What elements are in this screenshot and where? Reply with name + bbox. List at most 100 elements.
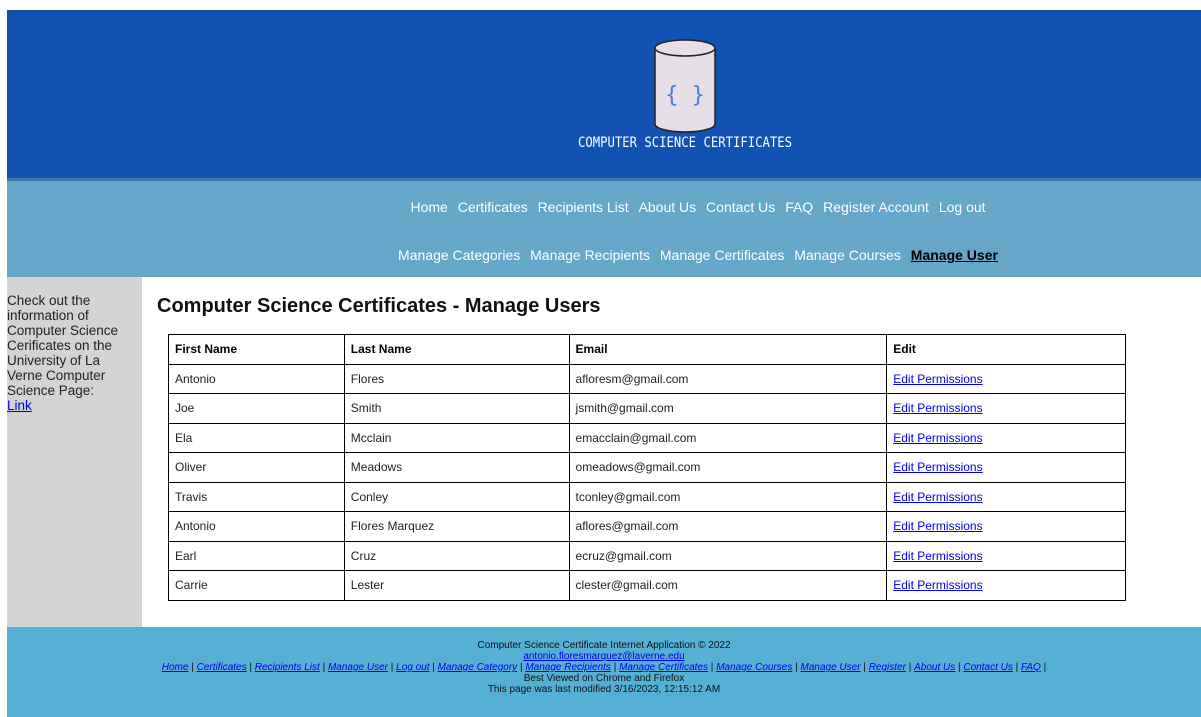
column-header-edit: Edit bbox=[886, 334, 1126, 365]
edit-permissions-link[interactable]: Edit Permissions bbox=[893, 431, 982, 445]
footer-link-manage-recipients[interactable]: Manage Recipients bbox=[525, 662, 611, 673]
nav-manage-categories[interactable]: Manage Categories bbox=[398, 247, 520, 263]
footer-link-manage-category[interactable]: Manage Category bbox=[438, 662, 518, 673]
first-name-cell: Antonio bbox=[168, 511, 345, 542]
footer-best-viewed: Best Viewed on Chrome and Firefox bbox=[523, 673, 685, 684]
first-name-cell: Antonio bbox=[168, 363, 345, 394]
nav-contact-us[interactable]: Contact Us bbox=[706, 199, 775, 215]
sidebar: Check out the information of Computer Sc… bbox=[7, 277, 142, 627]
edit-cell: Edit Permissions bbox=[886, 540, 1126, 571]
last-name-cell: Flores bbox=[343, 363, 570, 394]
sidebar-info-text: Check out the information of Computer Sc… bbox=[7, 293, 119, 398]
footer-links: Home | Certificates | Recipients List | … bbox=[7, 662, 1201, 673]
email-cell: jsmith@gmail.com bbox=[568, 393, 888, 424]
footer-copyright: Computer Science Certificate Internet Ap… bbox=[477, 640, 731, 651]
footer-link-manage-certificates[interactable]: Manage Certificates bbox=[619, 662, 708, 673]
edit-permissions-link[interactable]: Edit Permissions bbox=[893, 519, 982, 533]
edit-cell: Edit Permissions bbox=[886, 481, 1126, 512]
footer-separator: | bbox=[792, 662, 801, 673]
footer-link-manage-user[interactable]: Manage User bbox=[328, 662, 388, 673]
email-cell: afloresm@gmail.com bbox=[568, 363, 888, 394]
edit-permissions-link[interactable]: Edit Permissions bbox=[893, 401, 982, 415]
nav-register-account[interactable]: Register Account bbox=[823, 199, 929, 215]
first-name-cell: Travis bbox=[168, 481, 345, 512]
footer-separator: | bbox=[319, 662, 328, 673]
main-content: Computer Science Certificates - Manage U… bbox=[142, 277, 1201, 627]
email-cell: ecruz@gmail.com bbox=[568, 540, 888, 571]
nav-home[interactable]: Home bbox=[410, 199, 447, 215]
footer-email-link[interactable]: antonio.floresmarquez@laverne.edu bbox=[523, 651, 684, 662]
nav-manage-recipients[interactable]: Manage Recipients bbox=[530, 247, 650, 263]
email-cell: omeadows@gmail.com bbox=[568, 452, 888, 483]
logo-title: COMPUTER SCIENCE CERTIFICATES bbox=[578, 135, 792, 151]
edit-permissions-link[interactable]: Edit Permissions bbox=[893, 490, 982, 504]
sidebar-link[interactable]: Link bbox=[7, 398, 32, 413]
page-title: Computer Science Certificates - Manage U… bbox=[157, 295, 601, 317]
nav-recipients-list[interactable]: Recipients List bbox=[538, 199, 629, 215]
site-logo[interactable]: { } COMPUTER SCIENCE CERTIFICATES bbox=[573, 36, 798, 156]
table-row: Ela Mcclain emacclain@gmail.com Edit Permis… bbox=[168, 422, 1126, 453]
nav-manage-user[interactable]: Manage User bbox=[911, 247, 998, 263]
footer-link-manage-user[interactable]: Manage User bbox=[801, 662, 861, 673]
footer-link-home[interactable]: Home bbox=[162, 662, 189, 673]
last-name-cell: Smith bbox=[343, 393, 570, 424]
nav-manage-certificates[interactable]: Manage Certificates bbox=[660, 247, 785, 263]
email-cell: clester@gmail.com bbox=[568, 570, 888, 601]
first-name-cell: Ela bbox=[168, 422, 345, 453]
main-navigation: Home Certificates Recipients List About … bbox=[7, 178, 1201, 277]
sidebar-info: Check out the information of Computer Sc… bbox=[7, 293, 133, 413]
table-row: Earl Cruz ecruz@gmail.com Edit Permissions bbox=[168, 540, 1126, 571]
nav-manage-courses[interactable]: Manage Courses bbox=[794, 247, 901, 263]
column-header-email: Email bbox=[568, 334, 888, 365]
footer-separator: | bbox=[246, 662, 255, 673]
edit-permissions-link[interactable]: Edit Permissions bbox=[893, 372, 982, 386]
footer-separator: | bbox=[1012, 662, 1022, 673]
footer-content: Computer Science Certificate Internet Ap… bbox=[7, 640, 1201, 695]
footer-separator: | bbox=[610, 662, 620, 673]
last-name-cell: Conley bbox=[343, 481, 570, 512]
database-logo-icon: { } COMPUTER SCIENCE CERTIFICATES bbox=[578, 39, 792, 151]
email-cell: emacclain@gmail.com bbox=[568, 422, 888, 453]
nav-faq[interactable]: FAQ bbox=[785, 199, 813, 215]
edit-cell: Edit Permissions bbox=[886, 452, 1126, 483]
footer-link-about-us[interactable]: About Us bbox=[914, 662, 955, 673]
nav-log-out[interactable]: Log out bbox=[939, 199, 986, 215]
first-name-cell: Joe bbox=[168, 393, 345, 424]
footer-separator: | bbox=[708, 662, 717, 673]
footer-link-register[interactable]: Register bbox=[869, 662, 906, 673]
table-header-row: First Name Last Name Email Edit bbox=[168, 334, 1126, 365]
footer-link-faq[interactable]: FAQ bbox=[1021, 662, 1041, 673]
logo-glyph: { } bbox=[665, 83, 705, 108]
footer-link-recipients-list[interactable]: Recipients List bbox=[255, 662, 320, 673]
primary-nav: Home Certificates Recipients List About … bbox=[7, 199, 1201, 215]
footer-separator: | bbox=[429, 662, 438, 673]
footer-link-contact-us[interactable]: Contact Us bbox=[963, 662, 1012, 673]
first-name-cell: Earl bbox=[168, 540, 345, 571]
nav-about-us[interactable]: About Us bbox=[639, 199, 697, 215]
edit-cell: Edit Permissions bbox=[886, 422, 1126, 453]
site-footer: Computer Science Certificate Internet Ap… bbox=[7, 627, 1201, 717]
table-row: Antonio Flores afloresm@gmail.com Edit Perm… bbox=[168, 363, 1126, 394]
last-name-cell: Cruz bbox=[343, 540, 570, 571]
footer-link-certificates[interactable]: Certificates bbox=[197, 662, 247, 673]
page-frame: { } COMPUTER SCIENCE CERTIFICATES Home C… bbox=[7, 10, 1201, 717]
footer-separator: | bbox=[387, 662, 397, 673]
edit-permissions-link[interactable]: Edit Permissions bbox=[893, 460, 982, 474]
email-cell: aflores@gmail.com bbox=[568, 511, 888, 542]
table-row: Travis Conley tconley@gmail.com Edit Permis… bbox=[168, 481, 1126, 512]
last-name-cell: Meadows bbox=[343, 452, 570, 483]
footer-last-modified: This page was last modified 3/16/2023, 1… bbox=[487, 684, 721, 695]
footer-separator: | bbox=[188, 662, 197, 673]
nav-certificates[interactable]: Certificates bbox=[458, 199, 528, 215]
edit-permissions-link[interactable]: Edit Permissions bbox=[893, 549, 982, 563]
first-name-cell: Carrie bbox=[168, 570, 345, 601]
last-name-cell: Flores Marquez bbox=[343, 511, 570, 542]
edit-permissions-link[interactable]: Edit Permissions bbox=[893, 578, 982, 592]
footer-link-manage-courses[interactable]: Manage Courses bbox=[716, 662, 792, 673]
email-cell: tconley@gmail.com bbox=[568, 481, 888, 512]
first-name-cell: Oliver bbox=[168, 452, 345, 483]
last-name-cell: Mcclain bbox=[343, 422, 570, 453]
edit-cell: Edit Permissions bbox=[886, 393, 1126, 424]
table-row: Antonio Flores Marquez aflores@gmail.com Ed… bbox=[168, 511, 1126, 542]
footer-link-log-out[interactable]: Log out bbox=[396, 662, 429, 673]
